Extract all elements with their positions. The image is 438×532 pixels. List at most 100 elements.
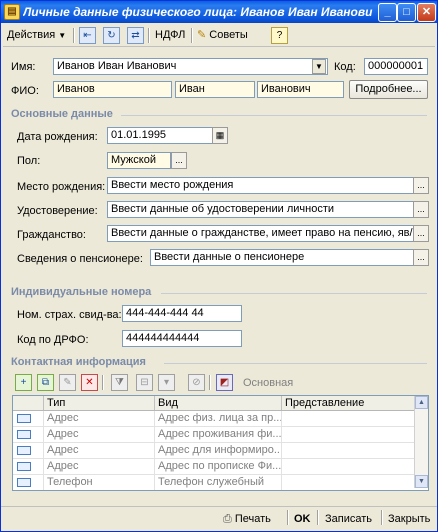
refresh-icon[interactable]: ↻ xyxy=(103,27,120,44)
pensioner-input[interactable]: Ввести данные о пенсионере xyxy=(150,249,414,266)
copy-row-icon[interactable]: ⧉ xyxy=(37,374,54,391)
contact-info-heading: Контактная информация xyxy=(11,356,146,368)
edit-row-icon[interactable]: ✎ xyxy=(59,374,76,391)
basic-data-heading: Основные данные xyxy=(11,108,113,120)
name-label: Имя: xyxy=(11,61,36,73)
pensioner-select-icon[interactable]: ... xyxy=(413,249,429,266)
address-icon xyxy=(17,446,31,455)
go-to-icon[interactable]: ⇄ xyxy=(127,27,144,44)
citizenship-select-icon[interactable]: ... xyxy=(413,225,429,242)
section-divider xyxy=(164,363,427,364)
back-arrow-icon[interactable]: ⇤ xyxy=(79,27,96,44)
column-header-view[interactable]: Представление xyxy=(282,396,414,410)
drfo-input[interactable]: 444444444444 xyxy=(122,330,242,347)
close-window-button[interactable]: ✕ xyxy=(417,3,436,22)
toolbar-separator xyxy=(191,28,193,43)
tips-label: Советы xyxy=(209,29,248,41)
citizenship-input[interactable]: Ввести данные о гражданстве, имеет право… xyxy=(107,225,414,242)
code-input[interactable]: 000000001 xyxy=(364,58,428,75)
name-input[interactable]: Иванов Иван Иванович xyxy=(53,58,328,75)
clear-filter-icon[interactable]: ⊘ xyxy=(188,374,205,391)
add-row-icon[interactable]: + xyxy=(15,374,32,391)
set-main-icon[interactable]: ◩ xyxy=(216,374,233,391)
gender-input[interactable]: Мужской xyxy=(107,152,171,169)
type-cell: Адрес xyxy=(44,443,155,458)
phone-icon xyxy=(17,478,31,487)
footer-separator xyxy=(381,510,383,525)
table-row[interactable]: Адрес Адрес для информиро... xyxy=(13,443,414,459)
row-icon-cell xyxy=(13,411,44,426)
printer-icon: ⎙ xyxy=(223,513,232,525)
tips-icon: ✎ xyxy=(197,29,207,41)
scroll-up-icon[interactable]: ▲ xyxy=(415,396,428,409)
actions-label: Действия xyxy=(7,29,56,41)
table-row[interactable]: Адрес Адрес по прописке Фи... xyxy=(13,459,414,475)
column-header-kind[interactable]: Вид xyxy=(155,396,282,410)
table-scrollbar[interactable]: ▲ ▼ xyxy=(414,396,428,488)
actions-menu[interactable]: Действия ▼ xyxy=(7,26,66,45)
filter-dropdown-icon[interactable]: ▾ xyxy=(158,374,175,391)
main-button[interactable]: Основная xyxy=(243,377,293,389)
type-cell: Телефон xyxy=(44,475,155,490)
address-icon xyxy=(17,430,31,439)
insurance-label: Ном. страх. свид-ва: xyxy=(17,309,122,321)
dropdown-arrow-icon: ▼ xyxy=(58,31,67,40)
person-data-window: ▤ Личные данные физического лица: Иванов… xyxy=(0,0,438,532)
more-button[interactable]: Подробнее... xyxy=(349,80,428,99)
address-icon xyxy=(17,414,31,423)
delete-row-icon[interactable]: ✕ xyxy=(81,374,98,391)
toolbar-separator xyxy=(209,375,211,390)
toolbar: Действия ▼ ⇤ ↻ ⇄ НДФЛ ✎ Советы ? xyxy=(3,25,435,47)
row-icon-cell xyxy=(13,475,44,490)
contacts-table: Тип Вид Представление Адрес Адрес физ. л… xyxy=(12,395,429,491)
kind-cell: Адрес проживания фи... xyxy=(155,427,282,442)
birth-place-input[interactable]: Ввести место рождения xyxy=(107,177,414,194)
filter-list-icon[interactable]: ⊟ xyxy=(136,374,153,391)
title-bar[interactable]: ▤ Личные данные физического лица: Иванов… xyxy=(1,1,437,23)
filter-icon[interactable]: ⧩ xyxy=(111,374,128,391)
ndfl-button[interactable]: НДФЛ xyxy=(155,26,185,45)
kind-cell: Адрес физ. лица за пр... xyxy=(155,411,282,426)
toolbar-separator xyxy=(148,28,150,43)
toolbar-separator xyxy=(102,375,104,390)
last-name-input[interactable]: Иванов xyxy=(53,81,172,98)
type-cell: Адрес xyxy=(44,411,155,426)
section-divider xyxy=(161,293,427,294)
close-button[interactable]: Закрыть xyxy=(388,510,430,529)
id-doc-label: Удостоверение: xyxy=(17,205,98,217)
row-icon-cell xyxy=(13,427,44,442)
view-cell xyxy=(282,443,414,458)
scroll-down-icon[interactable]: ▼ xyxy=(415,475,428,488)
birth-date-label: Дата рождения: xyxy=(17,131,98,143)
table-row[interactable]: Адрес Адрес физ. лица за пр... xyxy=(13,411,414,427)
name-dropdown-icon[interactable]: ▼ xyxy=(312,59,326,74)
birth-place-select-icon[interactable]: ... xyxy=(413,177,429,194)
tips-button[interactable]: ✎ Советы xyxy=(197,26,248,45)
table-row[interactable]: Адрес Адрес проживания фи... xyxy=(13,427,414,443)
save-button[interactable]: Записать xyxy=(325,510,372,529)
column-header-type[interactable]: Тип xyxy=(44,396,155,410)
first-name-input[interactable]: Иван xyxy=(175,81,255,98)
print-button[interactable]: ⎙ Печать xyxy=(223,510,271,529)
row-icon-cell xyxy=(13,443,44,458)
middle-name-input[interactable]: Иванович xyxy=(257,81,344,98)
citizenship-label: Гражданство: xyxy=(17,229,86,241)
kind-cell: Адрес для информиро... xyxy=(155,443,282,458)
toolbar-separator xyxy=(73,28,75,43)
footer-separator xyxy=(317,510,319,525)
help-icon[interactable]: ? xyxy=(271,27,288,44)
gender-select-icon[interactable]: ... xyxy=(171,152,187,169)
minimize-button[interactable]: _ xyxy=(378,3,397,22)
birth-date-input[interactable]: 01.01.1995 xyxy=(107,127,214,144)
view-cell xyxy=(282,427,414,442)
calendar-icon[interactable]: ▦ xyxy=(212,127,228,144)
fio-label: ФИО: xyxy=(11,85,39,97)
maximize-button[interactable]: □ xyxy=(397,3,416,22)
ok-button[interactable]: OK xyxy=(294,510,311,529)
id-doc-select-icon[interactable]: ... xyxy=(413,201,429,218)
table-row[interactable]: Телефон Телефон служебный xyxy=(13,475,414,490)
window-title: Личные данные физического лица: Иванов И… xyxy=(23,5,373,19)
id-doc-input[interactable]: Ввести данные об удостоверении личности xyxy=(107,201,414,218)
insurance-input[interactable]: 444-444-444 44 xyxy=(122,305,242,322)
view-cell xyxy=(282,475,414,490)
